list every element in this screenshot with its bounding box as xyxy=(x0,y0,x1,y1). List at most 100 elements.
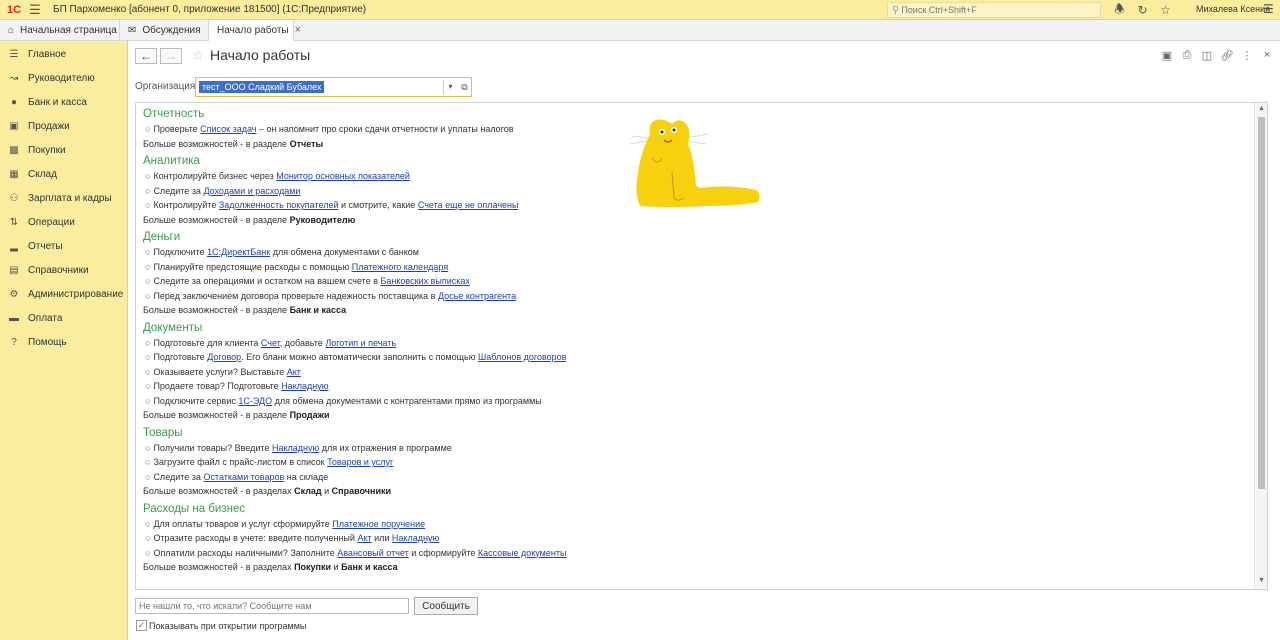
more-text: и xyxy=(331,562,342,572)
link-icon[interactable]: 🔗︎ xyxy=(1217,49,1237,62)
sidebar-item-salary[interactable]: ⚇ Зарплата и кадры xyxy=(0,188,128,208)
back-button[interactable]: ← xyxy=(135,48,157,64)
star-icon[interactable]: ☆ xyxy=(1154,3,1177,17)
main-menu-icon[interactable]: ☰ xyxy=(25,2,45,18)
feedback-input[interactable] xyxy=(136,599,396,613)
help-link[interactable]: Монитор основных показателей xyxy=(276,171,410,181)
more-section-name: Справочники xyxy=(331,486,392,496)
help-link[interactable]: Счет xyxy=(261,338,280,348)
sidebar-item-manager[interactable]: ↝ Руководителю xyxy=(0,68,128,88)
feedback-field[interactable] xyxy=(135,598,409,614)
help-link[interactable]: Досье контрагента xyxy=(438,291,516,301)
menu-icon[interactable]: ☰ xyxy=(1263,2,1274,16)
help-link[interactable]: Накладную xyxy=(272,443,319,453)
help-link[interactable]: Накладную xyxy=(392,533,439,543)
sidebar-item-reports[interactable]: ▂ Отчеты xyxy=(0,236,128,256)
row-text: Следите за xyxy=(153,185,204,196)
help-link[interactable]: Доходами и расходами xyxy=(203,186,300,196)
sidebar-item-payment[interactable]: ▬ Оплата xyxy=(0,308,128,328)
sidebar-item-sales[interactable]: ▣ Продажи xyxy=(0,116,128,136)
more-section-name: Покупки xyxy=(294,562,332,572)
help-link[interactable]: Задолженность покупателей xyxy=(219,200,339,210)
global-search[interactable]: ⚲ xyxy=(887,2,1101,18)
help-link[interactable]: Товаров и услуг xyxy=(327,457,393,467)
help-link[interactable]: Платежное поручение xyxy=(332,519,425,529)
help-link[interactable]: Договор xyxy=(207,352,241,362)
print-icon[interactable]: ⎙ xyxy=(1177,49,1197,62)
list-item: ○ Подключите 1С:ДиректБанк для обмена док… xyxy=(143,245,516,260)
favorite-star-icon[interactable]: ☆ xyxy=(192,47,205,64)
org-field[interactable]: тест_ООО Сладкий Бубалех ▾ ⧉ xyxy=(195,77,472,97)
bullet-icon: ○ xyxy=(145,247,151,257)
more-section-name: Банк и касса xyxy=(341,562,398,572)
tab-discussions[interactable]: ✉ Обсуждения xyxy=(120,20,209,41)
list-item: ○ Следите за Остатками товаров на складе xyxy=(143,470,452,485)
sidebar-item-main[interactable]: ☰ Главное xyxy=(0,44,128,64)
show-on-startup-checkbox[interactable]: ✓ xyxy=(136,620,147,631)
user-name[interactable]: Михалева Ксения xyxy=(1196,4,1270,14)
help-link[interactable]: Логотип и печать xyxy=(325,338,396,348)
bullet-icon: ○ xyxy=(145,124,151,134)
help-link[interactable]: Банковских выписках xyxy=(381,276,470,286)
sidebar-item-label: Главное xyxy=(28,48,67,60)
sidebar-item-bank[interactable]: ● Банк и касса xyxy=(0,92,128,112)
help-link[interactable]: Акт xyxy=(357,533,371,543)
save-icon[interactable]: ▣ xyxy=(1157,49,1177,62)
forward-button[interactable]: → xyxy=(160,48,182,64)
global-search-input[interactable] xyxy=(901,5,1082,15)
help-link[interactable]: Счета еще не оплачены xyxy=(418,200,519,210)
sidebar-item-help[interactable]: ? Помощь xyxy=(0,332,128,352)
scroll-up-icon[interactable]: ▲ xyxy=(1258,105,1265,112)
list-item: ○ Подключите сервис 1С-ЭДО для обмена док… xyxy=(143,394,566,409)
sidebar-item-references[interactable]: ▤ Справочники xyxy=(0,260,128,280)
help-link[interactable]: Акт xyxy=(287,367,301,377)
more-line: Больше возможностей - в разделах Покупки… xyxy=(143,560,566,575)
row-text: Загрузите файл с прайс-листом в список xyxy=(153,457,328,467)
help-link[interactable]: Авансовый отчет xyxy=(337,548,409,558)
trend-icon: ↝ xyxy=(9,72,19,84)
tab-home[interactable]: ⌂ Начальная страница xyxy=(0,20,120,41)
sidebar-item-purchases[interactable]: ▩ Покупки xyxy=(0,140,128,160)
help-link[interactable]: Платежного календаря xyxy=(352,262,448,272)
help-link[interactable]: 1С-ЭДО xyxy=(238,396,272,406)
help-link[interactable]: Накладную xyxy=(281,381,328,391)
close-icon[interactable]: × xyxy=(295,24,301,36)
scrollbar[interactable]: ▲ ▼ xyxy=(1254,103,1267,589)
sidebar-item-admin[interactable]: ⚙ Администрирование xyxy=(0,284,128,304)
scrollbar-thumb[interactable] xyxy=(1258,117,1265,489)
row-text: Проверьте xyxy=(153,124,201,134)
help-link[interactable]: Кассовые документы xyxy=(478,548,567,558)
bullet-icon: ○ xyxy=(145,352,151,362)
bullet-icon: ○ xyxy=(145,547,151,558)
more-icon[interactable]: ⋮ xyxy=(1237,49,1257,62)
help-link[interactable]: Список задач xyxy=(200,124,256,134)
row-text: – он напомнит про сроки сдачи отчетности… xyxy=(256,124,514,134)
box-icon: ▦ xyxy=(9,168,19,180)
org-value[interactable]: тест_ООО Сладкий Бубалех xyxy=(199,81,325,93)
ops-icon: ⇅ xyxy=(9,216,19,228)
more-line: Больше возможностей - в разделе Отчеты xyxy=(143,137,514,152)
sidebar-item-operations[interactable]: ⇅ Операции xyxy=(0,212,128,232)
help-link[interactable]: Остатками товаров xyxy=(203,472,284,482)
tab-getting-started[interactable]: Начало работы × xyxy=(209,20,301,41)
help-link[interactable]: Шаблонов договоров xyxy=(478,352,566,362)
open-icon[interactable]: ⧉ xyxy=(458,80,471,94)
scroll-down-icon[interactable]: ▼ xyxy=(1258,577,1265,584)
send-feedback-button[interactable]: Сообщить xyxy=(414,597,478,615)
list-item: ○ Проверьте Список задач – он напомнит пр… xyxy=(143,122,514,137)
preview-icon[interactable]: ◫ xyxy=(1197,49,1217,62)
bell-icon[interactable]: 🕭︎ xyxy=(1108,0,1131,21)
sidebar-item-label: Справочники xyxy=(28,264,89,276)
more-section-name: Отчеты xyxy=(289,138,324,149)
chevron-down-icon[interactable]: ▾ xyxy=(443,80,457,94)
sidebar-item-label: Администрирование xyxy=(28,288,124,300)
section-title: Товары xyxy=(143,426,183,439)
row-text: Следите за операциями и остатком на ваше… xyxy=(153,276,381,286)
history-icon[interactable]: ↻ xyxy=(1131,3,1154,17)
sidebar-item-label: Операции xyxy=(28,216,75,228)
bullet-icon: ○ xyxy=(145,276,151,286)
sidebar-item-warehouse[interactable]: ▦ Склад xyxy=(0,164,128,184)
help-link[interactable]: 1С:ДиректБанк xyxy=(207,247,270,257)
tab-label: Начальная страница xyxy=(20,25,117,36)
close-icon[interactable]: × xyxy=(1257,49,1277,62)
